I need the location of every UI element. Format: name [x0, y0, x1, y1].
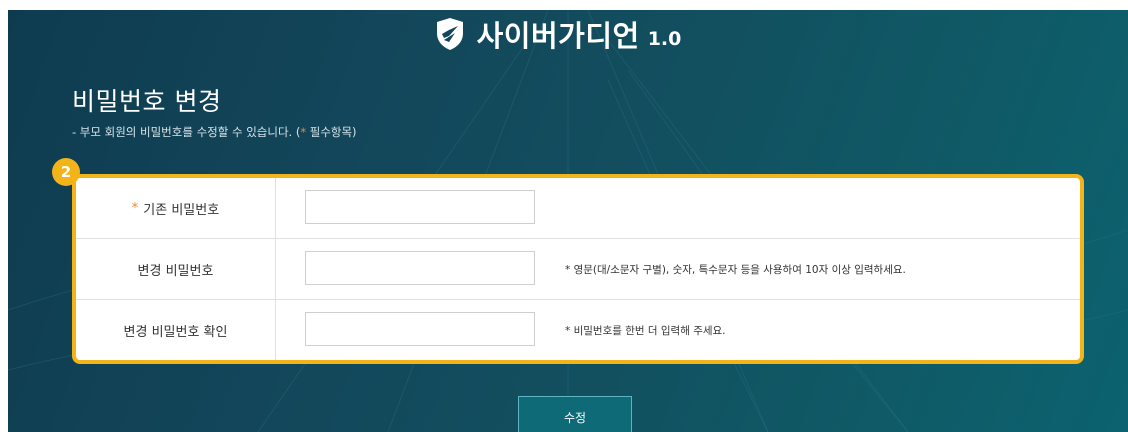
step-badge: 2 [52, 158, 80, 186]
new-password-hint: * 영문(대/소문자 구별), 숫자, 특수문자 등을 사용하여 10자 이상 … [565, 263, 906, 276]
confirm-password-label-text: 변경 비밀번호 확인 [123, 324, 228, 340]
app-logo: 사이버가디언 1.0 [8, 12, 1128, 56]
confirm-password-input[interactable] [305, 312, 535, 346]
shield-icon [436, 18, 463, 50]
confirm-password-hint: * 비밀번호를 한번 더 입력해 주세요. [565, 324, 726, 337]
app-name: 사이버가디언 [476, 19, 640, 53]
form-row-confirm-password: 변경 비밀번호 확인 * 비밀번호를 한번 더 입력해 주세요. [76, 300, 1080, 360]
password-form: * 기존 비밀번호 변경 비밀번호 * 영문(대/소문자 구별), 숫자, 특수문… [72, 174, 1084, 364]
app-version: 1.0 [647, 27, 682, 50]
confirm-password-label: 변경 비밀번호 확인 [76, 300, 276, 360]
new-password-input[interactable] [305, 251, 535, 285]
description-suffix: 필수항목) [306, 125, 357, 139]
current-password-label-text: 기존 비밀번호 [143, 202, 220, 218]
current-password-label: * 기존 비밀번호 [76, 178, 276, 238]
new-password-label: 변경 비밀번호 [76, 239, 276, 299]
page-background: 사이버가디언 1.0 비밀번호 변경 - 부모 회원의 비밀번호를 수정할 수 … [8, 10, 1128, 432]
description-text: - 부모 회원의 비밀번호를 수정할 수 있습니다. ( [72, 125, 301, 139]
form-row-new-password: 변경 비밀번호 * 영문(대/소문자 구별), 숫자, 특수문자 등을 사용하여… [76, 239, 1080, 300]
page-description: - 부모 회원의 비밀번호를 수정할 수 있습니다. (* 필수항목) [72, 124, 357, 140]
form-row-current-password: * 기존 비밀번호 [76, 178, 1080, 239]
current-password-input[interactable] [305, 190, 535, 224]
new-password-label-text: 변경 비밀번호 [137, 263, 214, 279]
page-title: 비밀번호 변경 [72, 87, 222, 116]
required-mark: * [131, 200, 139, 216]
submit-button[interactable]: 수정 [518, 396, 632, 432]
